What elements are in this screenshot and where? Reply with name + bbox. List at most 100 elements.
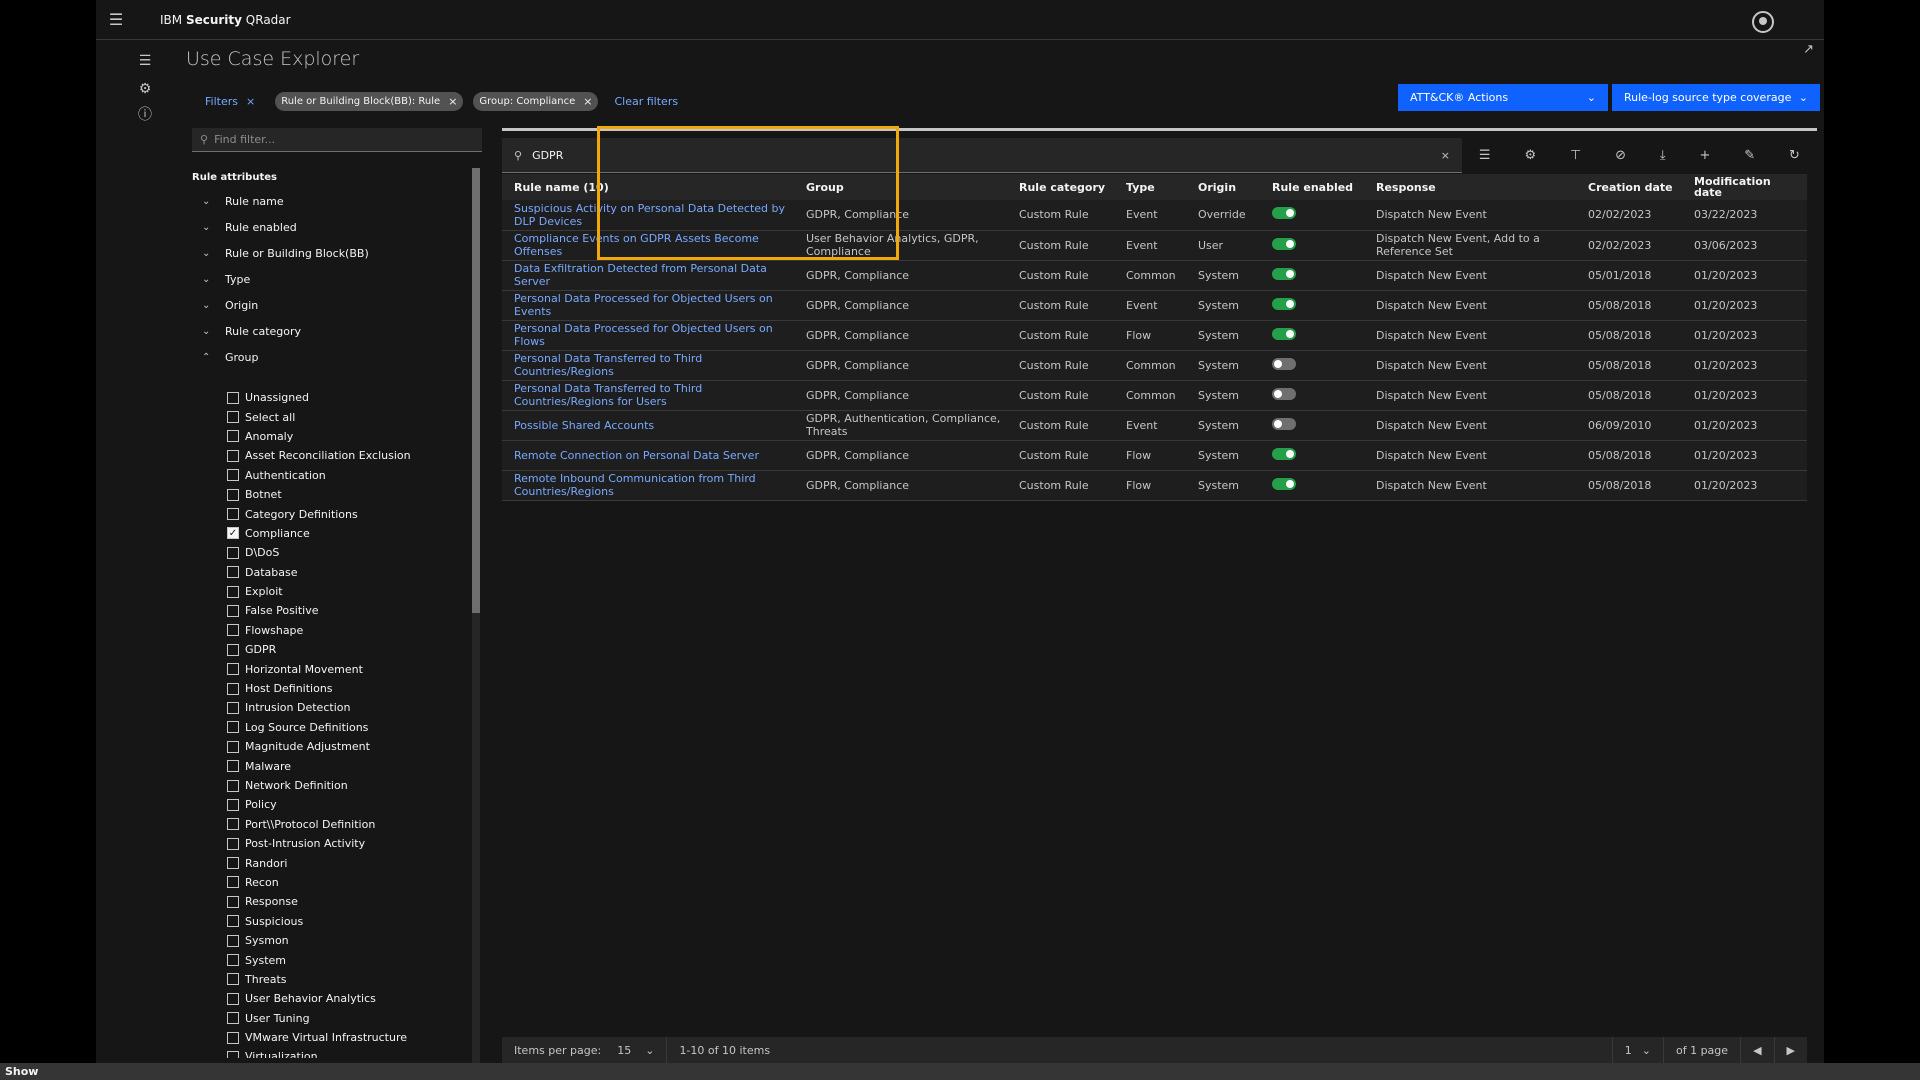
rule-enabled-toggle[interactable] (1272, 477, 1296, 490)
gear-icon[interactable]: ⚙ (1524, 148, 1536, 163)
attribute-item[interactable]: ⌄ Rule category (192, 318, 472, 344)
checkbox-icon[interactable] (227, 604, 239, 617)
checkbox-icon[interactable] (227, 701, 239, 714)
checkbox-icon[interactable] (227, 585, 239, 598)
show-button[interactable]: Show (5, 1065, 38, 1078)
checkbox-icon[interactable] (227, 760, 239, 773)
close-icon[interactable]: × (583, 95, 592, 108)
table-row[interactable]: Remote Connection on Personal Data Serve… (502, 440, 1807, 471)
table-row[interactable]: Data Exfiltration Detected from Personal… (502, 260, 1807, 291)
refresh-icon[interactable]: ↻ (1789, 148, 1800, 163)
checkbox-icon[interactable] (227, 721, 239, 734)
group-checkbox-item[interactable]: Threats (227, 970, 467, 989)
hide-icon[interactable]: ⊘ (1615, 148, 1626, 163)
hierarchy-icon[interactable]: ⊤ (1570, 148, 1581, 163)
cell-name[interactable]: Suspicious Activity on Personal Data Det… (502, 200, 794, 231)
checkbox-icon[interactable] (227, 740, 239, 753)
group-checkbox-item[interactable]: Response (227, 892, 467, 911)
checkbox-icon[interactable] (227, 895, 239, 908)
checkbox-icon[interactable] (227, 430, 239, 443)
rule-enabled-toggle[interactable] (1272, 447, 1296, 460)
group-checkbox-item[interactable]: False Positive (227, 601, 467, 620)
checkbox-icon[interactable] (227, 798, 239, 811)
items-per-page-select[interactable]: 15 (617, 1044, 631, 1057)
prev-page-icon[interactable]: ◀ (1741, 1037, 1775, 1063)
attribute-item[interactable]: ⌄ Origin (192, 292, 472, 318)
checkbox-icon[interactable] (227, 663, 239, 676)
edit-icon[interactable]: ✎ (1744, 148, 1755, 163)
checkbox-icon[interactable] (227, 449, 239, 462)
group-checkbox-item[interactable]: Exploit (227, 582, 467, 601)
table-row[interactable]: Personal Data Processed for Objected Use… (502, 320, 1807, 351)
close-icon[interactable]: × (1441, 149, 1450, 162)
list-icon[interactable]: ☰ (1479, 148, 1491, 163)
group-checkbox-item[interactable]: Network Definition (227, 776, 467, 795)
group-checkbox-item[interactable]: Horizontal Movement (227, 659, 467, 678)
column-header[interactable]: Rule enabled (1260, 174, 1364, 200)
group-checkbox-item[interactable]: ✓ Compliance (227, 524, 467, 543)
checkbox-icon[interactable] (227, 508, 239, 521)
column-header[interactable]: Group (794, 174, 1007, 200)
group-checkbox-item[interactable]: Botnet (227, 485, 467, 504)
checkbox-icon[interactable] (227, 546, 239, 559)
checkbox-icon[interactable] (227, 411, 239, 424)
popout-icon[interactable]: ↗ (1803, 42, 1814, 57)
attribute-item[interactable]: ⌄ Rule or Building Block(BB) (192, 240, 472, 266)
checkbox-icon[interactable] (227, 1031, 239, 1044)
attribute-item[interactable]: ⌃ Group (192, 344, 472, 370)
user-avatar-icon[interactable] (1752, 11, 1774, 33)
cell-name[interactable]: Personal Data Processed for Objected Use… (502, 290, 794, 321)
chevron-down-icon[interactable]: ⌄ (645, 1044, 654, 1057)
checkbox-icon[interactable] (227, 488, 239, 501)
table-row[interactable]: Personal Data Transferred to Third Count… (502, 350, 1807, 381)
checkbox-icon[interactable] (227, 857, 239, 870)
checkbox-icon[interactable] (227, 469, 239, 482)
checkbox-icon[interactable] (227, 682, 239, 695)
group-checkbox-item[interactable]: System (227, 950, 467, 969)
rule-enabled-toggle[interactable] (1272, 237, 1296, 250)
rule-enabled-toggle[interactable] (1272, 297, 1296, 310)
group-checkbox-item[interactable]: Database (227, 563, 467, 582)
coverage-button[interactable]: Rule-log source type coverage ⌄ (1612, 84, 1820, 111)
table-row[interactable]: Possible Shared Accounts GDPR, Authentica… (502, 410, 1807, 441)
checkbox-icon[interactable] (227, 643, 239, 656)
checkbox-icon[interactable] (227, 973, 239, 986)
group-checkbox-item[interactable]: Recon (227, 873, 467, 892)
column-header[interactable]: Modification date (1682, 174, 1807, 200)
attack-actions-button[interactable]: ATT&CK® Actions ⌄ (1398, 84, 1608, 111)
group-checkbox-item[interactable]: Authentication (227, 466, 467, 485)
filter-tag[interactable]: Group: Compliance × (473, 92, 599, 111)
clear-filters-link[interactable]: Clear filters (614, 95, 678, 108)
checkbox-icon[interactable] (227, 391, 239, 404)
group-checkbox-item[interactable]: Log Source Definitions (227, 718, 467, 737)
checkbox-icon[interactable] (227, 876, 239, 889)
scrollbar-thumb[interactable] (472, 168, 480, 613)
column-header[interactable]: Type (1114, 174, 1186, 200)
table-row[interactable]: Compliance Events on GDPR Assets Become … (502, 230, 1807, 261)
group-checkbox-item[interactable]: Host Definitions (227, 679, 467, 698)
group-checkbox-item[interactable]: GDPR (227, 640, 467, 659)
column-header[interactable]: Origin (1186, 174, 1260, 200)
checkbox-icon[interactable] (227, 624, 239, 637)
rule-enabled-toggle[interactable] (1272, 417, 1296, 430)
menu-icon[interactable]: ☰ (96, 0, 136, 40)
column-header[interactable]: Rule category (1007, 174, 1114, 200)
cell-name[interactable]: Possible Shared Accounts (502, 410, 794, 441)
group-checkbox-item[interactable]: Post-Intrusion Activity (227, 834, 467, 853)
group-checkbox-item[interactable]: Malware (227, 756, 467, 775)
checkbox-icon[interactable] (227, 837, 239, 850)
checkbox-icon[interactable] (227, 954, 239, 967)
checkbox-icon[interactable] (227, 566, 239, 579)
checkbox-icon[interactable] (227, 1050, 239, 1058)
find-filter-input[interactable]: ⚲ Find filter... (192, 128, 482, 152)
checkbox-icon[interactable] (227, 818, 239, 831)
cell-name[interactable]: Remote Inbound Communication from Third … (502, 470, 794, 501)
group-checkbox-item[interactable]: User Behavior Analytics (227, 989, 467, 1008)
add-icon[interactable]: + (1700, 148, 1711, 163)
checkbox-icon[interactable] (227, 934, 239, 947)
cell-name[interactable]: Personal Data Transferred to Third Count… (502, 350, 794, 381)
checkbox-icon[interactable] (227, 1012, 239, 1025)
group-checkbox-item[interactable]: Sysmon (227, 931, 467, 950)
table-row[interactable]: Remote Inbound Communication from Third … (502, 470, 1807, 501)
group-checkbox-item[interactable]: Flowshape (227, 621, 467, 640)
